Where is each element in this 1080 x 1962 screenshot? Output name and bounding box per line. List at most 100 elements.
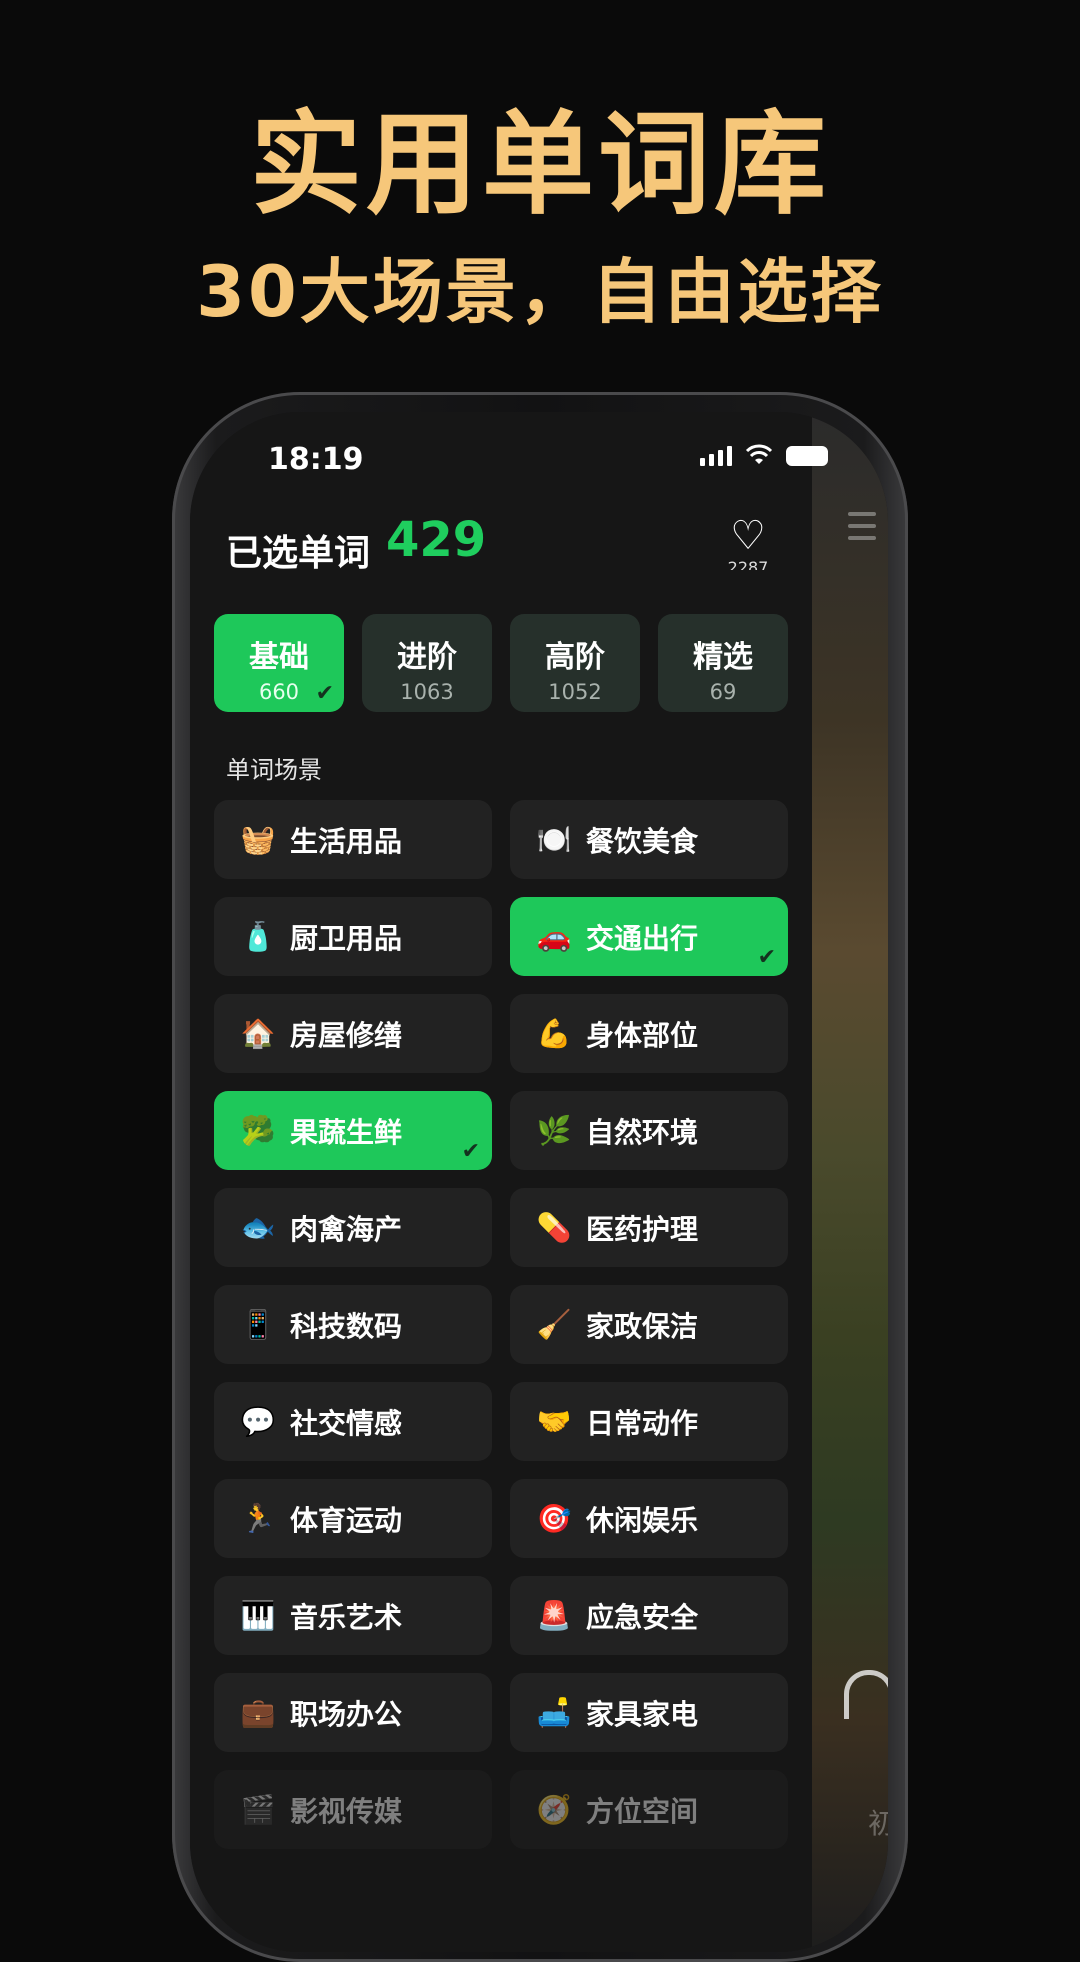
scene-label: 家具家电 — [586, 1697, 699, 1731]
scene-icon: 🧭 — [536, 1793, 572, 1826]
level-tab[interactable]: 基础 660 ✔ — [214, 614, 344, 712]
scene-icon: 💬 — [240, 1405, 276, 1438]
check-icon: ✔ — [757, 945, 776, 970]
scene-item[interactable]: 🐟 肉禽海产 — [214, 1188, 492, 1267]
scene-icon: 🎯 — [536, 1502, 572, 1535]
level-tab[interactable]: 高阶 1052 — [510, 614, 640, 712]
heart-icon: ♡ — [730, 513, 766, 559]
level-count: 69 — [709, 680, 737, 704]
scene-label: 自然环境 — [586, 1115, 699, 1149]
selected-words-count: 429 — [386, 512, 487, 568]
level-count: 1052 — [548, 680, 602, 704]
promo-subtitle: 30大场景，自由选择 — [196, 251, 884, 333]
scene-icon: 🚗 — [536, 920, 572, 953]
scene-icon: 🥦 — [240, 1114, 276, 1147]
scene-label: 职场办公 — [290, 1697, 403, 1731]
favorites-count: 2287 — [727, 558, 769, 570]
level-name: 基础 — [249, 640, 309, 675]
check-icon: ✔ — [461, 1139, 480, 1164]
level-tab[interactable]: 进阶 1063 — [362, 614, 492, 712]
scene-label: 音乐艺术 — [290, 1600, 403, 1634]
scene-item[interactable]: 🤝 日常动作 — [510, 1382, 788, 1461]
scene-icon: 🐟 — [240, 1211, 276, 1244]
scene-icon: 🏃 — [240, 1502, 276, 1535]
scene-label: 体育运动 — [290, 1503, 403, 1537]
scene-item[interactable]: 🏃 体育运动 — [214, 1479, 492, 1558]
scene-icon: 🏠 — [240, 1017, 276, 1050]
scene-label: 身体部位 — [586, 1018, 699, 1052]
scene-label: 肉禽海产 — [290, 1212, 403, 1246]
scene-icon: 🌿 — [536, 1114, 572, 1147]
scene-icon: 📱 — [240, 1308, 276, 1341]
scene-item[interactable]: 💼 职场办公 — [214, 1673, 492, 1752]
scene-icon: 🎹 — [240, 1599, 276, 1632]
scene-label: 社交情感 — [290, 1406, 403, 1440]
scene-item[interactable]: 🧭 方位空间 — [510, 1770, 788, 1849]
scene-label: 房屋修缮 — [290, 1018, 403, 1052]
status-time: 18:19 — [268, 442, 364, 477]
scene-label: 休闲娱乐 — [586, 1503, 699, 1537]
scene-item[interactable]: 🚨 应急安全 — [510, 1576, 788, 1655]
scene-item[interactable]: 🍽️ 餐饮美食 — [510, 800, 788, 879]
phone-screen: 初 18:19 已选单词 429 ♡ 2287 基础 660 ✔ 进阶 1063 高阶 10… — [190, 412, 888, 1952]
level-name: 精选 — [693, 640, 753, 675]
scene-item[interactable]: 🎯 休闲娱乐 — [510, 1479, 788, 1558]
bottom-fade — [190, 1872, 812, 1952]
scene-item[interactable]: 🎹 音乐艺术 — [214, 1576, 492, 1655]
scene-item[interactable]: 🌿 自然环境 — [510, 1091, 788, 1170]
headphones-icon[interactable] — [844, 1670, 888, 1719]
level-name: 高阶 — [545, 640, 605, 675]
scene-item[interactable]: 💊 医药护理 — [510, 1188, 788, 1267]
scene-icon: 💊 — [536, 1211, 572, 1244]
scene-icon: 🧴 — [240, 920, 276, 953]
scene-label: 应急安全 — [586, 1600, 699, 1634]
scene-item[interactable]: 🧴 厨卫用品 — [214, 897, 492, 976]
selected-words-label: 已选单词 — [226, 533, 371, 574]
signal-icon — [700, 444, 732, 466]
scene-item[interactable]: 🎬 影视传媒 — [214, 1770, 492, 1849]
scene-item[interactable]: 🧹 家政保洁 — [510, 1285, 788, 1364]
level-tabs: 基础 660 ✔ 进阶 1063 高阶 1052 精选 69 — [214, 614, 788, 712]
scene-item[interactable]: 🛋️ 家具家电 — [510, 1673, 788, 1752]
scene-label: 生活用品 — [290, 824, 403, 858]
scene-icon: 🛋️ — [536, 1696, 572, 1729]
scene-icon: 🎬 — [240, 1793, 276, 1826]
scene-icon: 💼 — [240, 1696, 276, 1729]
promo-title: 实用单词库 — [250, 100, 830, 230]
scene-label: 日常动作 — [586, 1406, 699, 1440]
scene-icon: 🧹 — [536, 1308, 572, 1341]
favorites-button[interactable]: ♡ 2287 — [724, 516, 772, 570]
background-preview-strip[interactable]: 初 — [812, 412, 888, 1952]
scene-icon: 🧺 — [240, 823, 276, 856]
scene-label: 交通出行 — [586, 921, 699, 955]
scene-label: 家政保洁 — [586, 1309, 699, 1343]
scene-label: 影视传媒 — [290, 1794, 403, 1828]
scene-icon: 🍽️ — [536, 823, 572, 856]
scene-label: 厨卫用品 — [290, 921, 403, 955]
scene-item[interactable]: 🥦 果蔬生鲜 ✔ — [214, 1091, 492, 1170]
word-selection-panel: 18:19 已选单词 429 ♡ 2287 基础 660 ✔ 进阶 1063 高阶 1052… — [190, 412, 828, 1952]
scene-icon: 💪 — [536, 1017, 572, 1050]
scene-label: 果蔬生鲜 — [290, 1115, 403, 1149]
scene-label: 餐饮美食 — [586, 824, 699, 858]
scene-label: 科技数码 — [290, 1309, 403, 1343]
scene-label: 方位空间 — [586, 1794, 699, 1828]
scene-item[interactable]: 🧺 生活用品 — [214, 800, 492, 879]
section-title: 单词场景 — [226, 756, 322, 784]
status-icons — [700, 444, 828, 466]
battery-icon — [786, 446, 828, 466]
wifi-icon — [745, 444, 773, 464]
scene-label: 医药护理 — [586, 1212, 699, 1246]
scene-item[interactable]: 🏠 房屋修缮 — [214, 994, 492, 1073]
scene-item[interactable]: 🚗 交通出行 ✔ — [510, 897, 788, 976]
scene-item[interactable]: 💬 社交情感 — [214, 1382, 492, 1461]
scene-grid: 🧺 生活用品 🍽️ 餐饮美食 🧴 厨卫用品 🚗 交通出行 ✔ 🏠 房屋修缮 💪 身体部位 🥦 果蔬生鲜 ✔ 🌿 自… — [214, 800, 788, 1849]
scene-item[interactable]: 💪 身体部位 — [510, 994, 788, 1073]
level-count: 1063 — [400, 680, 454, 704]
level-name: 进阶 — [397, 640, 457, 675]
check-icon: ✔ — [315, 681, 334, 706]
level-tab[interactable]: 精选 69 — [658, 614, 788, 712]
menu-icon[interactable] — [848, 512, 876, 548]
scene-icon: 🚨 — [536, 1599, 572, 1632]
scene-item[interactable]: 📱 科技数码 — [214, 1285, 492, 1364]
